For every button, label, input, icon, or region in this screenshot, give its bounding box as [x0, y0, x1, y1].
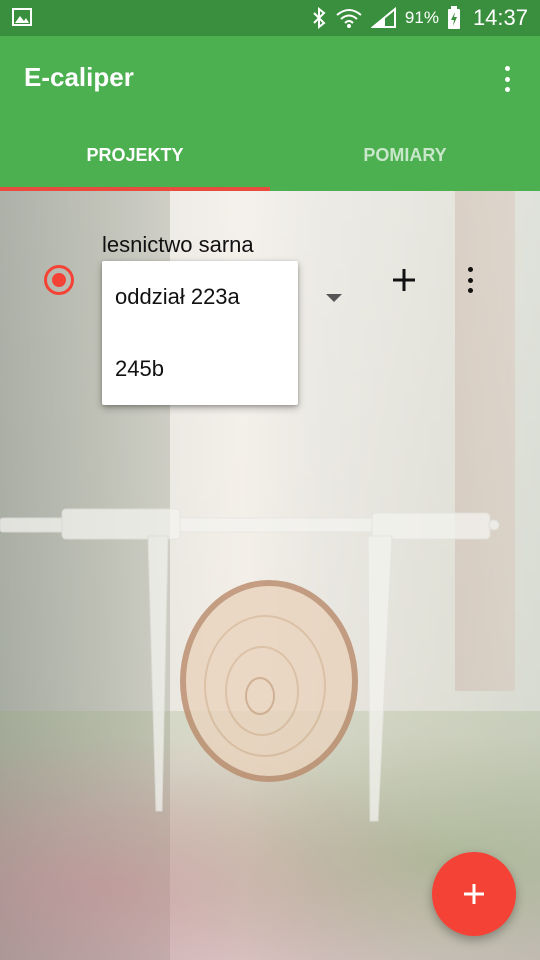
dropdown-arrow-icon[interactable]	[326, 294, 342, 302]
dropdown-option[interactable]: oddział 223a	[102, 261, 298, 333]
plus-icon[interactable]	[386, 262, 422, 298]
tab-indicator	[0, 187, 270, 191]
project-overflow-menu-icon[interactable]	[460, 266, 480, 294]
tab-projekty[interactable]: PROJEKTY	[0, 120, 270, 191]
dropdown-option[interactable]: 245b	[102, 333, 298, 405]
subproject-dropdown: oddział 223a 245b	[102, 261, 298, 405]
app-title: E-caliper	[24, 62, 134, 92]
project-radio-button[interactable]	[44, 265, 74, 295]
app-bar: E-caliper	[0, 36, 540, 120]
tab-pomiary[interactable]: POMIARY	[270, 120, 540, 191]
plus-icon	[464, 884, 484, 904]
gallery-icon	[12, 8, 32, 26]
clock: 14:37	[472, 5, 528, 30]
bluetooth-icon	[313, 7, 326, 29]
wifi-icon	[336, 9, 362, 28]
signal-icon	[370, 7, 396, 28]
tab-bar: PROJEKTY POMIARY	[0, 120, 540, 191]
tab-label: PROJEKTY	[86, 145, 184, 165]
battery-percent: 91%	[404, 8, 439, 27]
add-project-fab[interactable]	[432, 852, 516, 936]
status-icons: 91% 14:37	[311, 0, 528, 36]
project-name: lesnictwo sarna	[102, 232, 254, 257]
battery-charging-icon	[447, 6, 460, 29]
tab-label: POMIARY	[363, 145, 447, 165]
radio-dot	[52, 273, 66, 287]
overflow-menu-icon[interactable]	[496, 64, 518, 94]
status-bar: 91% 14:37	[0, 0, 540, 36]
